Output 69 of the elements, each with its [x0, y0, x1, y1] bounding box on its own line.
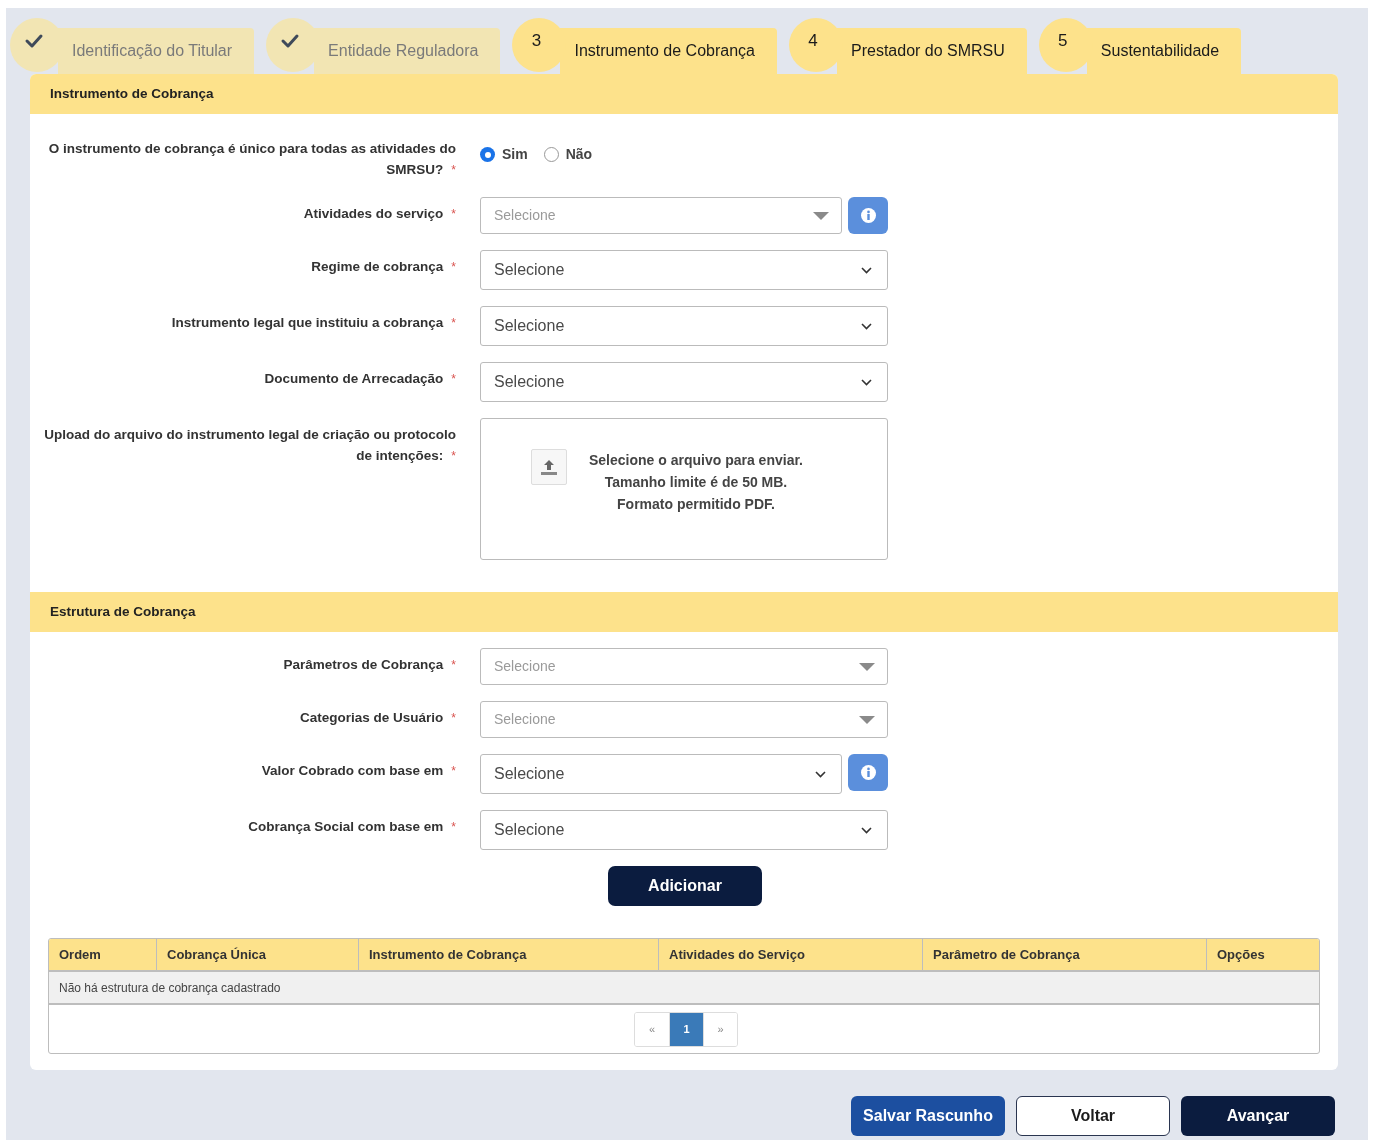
caret-down-icon	[813, 211, 829, 220]
select-field[interactable]: Selecione	[480, 754, 842, 794]
field-label: O instrumento de cobrança é único para todas as atividades do SMRSU? *	[47, 140, 456, 179]
step-label: Prestador do SMRSU	[851, 41, 1005, 61]
field-label: Categorias de Usuário *	[300, 709, 456, 727]
select-field[interactable]: Selecione	[480, 810, 888, 850]
add-button[interactable]: Adicionar	[608, 866, 762, 906]
select-field[interactable]: Selecione	[480, 362, 888, 402]
select-value: Selecione	[494, 260, 565, 280]
select-placeholder: Selecione	[494, 657, 556, 676]
caret-down-icon	[859, 715, 875, 724]
field-label: Documento de Arrecadação *	[264, 370, 456, 388]
upload-arrow-icon	[540, 458, 558, 476]
action-button[interactable]: Salvar Rascunho	[851, 1096, 1005, 1136]
action-button[interactable]: Voltar	[1016, 1096, 1170, 1136]
page-button[interactable]: 1	[669, 1012, 703, 1046]
field-label: Upload do arquivo do instrumento legal de criação ou protocolo de intenções: *	[43, 426, 456, 465]
select-field[interactable]: Selecione	[480, 250, 888, 290]
step-number: 5	[1058, 30, 1068, 53]
info-icon	[860, 765, 876, 780]
step-label: Sustentabilidade	[1100, 41, 1220, 61]
select-value: Selecione	[494, 316, 565, 336]
section-title: Estrutura de Cobrança	[50, 602, 196, 621]
select-value: Selecione	[494, 764, 565, 784]
caret-down-icon	[859, 662, 875, 671]
upload-area[interactable]: Selecione o arquivo para enviar. Tamanho limite é de 50 MB. Formato permitido PDF.	[480, 418, 888, 560]
radio-button[interactable]	[543, 147, 559, 162]
field-label: Atividades do serviço *	[303, 205, 456, 223]
step-label: Identificação do Titular	[72, 41, 233, 61]
action-button[interactable]: Avançar	[1181, 1096, 1335, 1136]
section-title: Instrumento de Cobrança	[50, 84, 214, 103]
field-label: Valor Cobrado com base em *	[261, 762, 456, 780]
step-number: 4	[808, 30, 818, 53]
select-placeholder: Selecione	[494, 710, 556, 729]
chevron-down-icon	[814, 769, 827, 779]
info-button[interactable]	[848, 197, 888, 234]
field-label: Regime de cobrança *	[311, 258, 456, 276]
select-value: Selecione	[494, 372, 565, 392]
column-header: Parâmetro de Cobrança	[933, 945, 1080, 964]
select-placeholder: Selecione	[494, 206, 556, 225]
upload-instructions: Tamanho limite é de 50 MB.	[604, 473, 788, 492]
column-header: Atividades do Serviço	[669, 945, 805, 964]
field-label: Instrumento legal que instituiu a cobrança *	[171, 314, 456, 332]
check-icon	[280, 32, 301, 50]
column-header: Opções	[1217, 945, 1265, 964]
chevron-down-icon	[860, 825, 873, 835]
radio-label: Sim	[502, 145, 528, 164]
info-button[interactable]	[848, 754, 888, 791]
chevron-down-icon	[860, 321, 873, 331]
select-field[interactable]: Selecione	[480, 306, 888, 346]
check-icon	[24, 32, 44, 50]
upload-instructions: Selecione o arquivo para enviar.	[589, 451, 803, 470]
empty-message: Não há estrutura de cobrança cadastrado	[59, 979, 281, 997]
chevron-down-icon	[860, 265, 873, 275]
upload-instructions: Formato permitido PDF.	[617, 495, 775, 514]
chevron-down-icon	[860, 377, 873, 387]
step-number: 3	[531, 30, 542, 53]
page-button[interactable]: »	[703, 1012, 737, 1046]
info-icon	[860, 208, 876, 223]
column-header: Ordem	[59, 945, 101, 964]
select-value: Selecione	[494, 820, 565, 840]
column-header: Cobrança Única	[167, 945, 266, 964]
radio-label: Não	[565, 145, 593, 164]
step-label: Entidade Reguladora	[328, 41, 479, 61]
column-header: Instrumento de Cobrança	[369, 945, 527, 964]
field-label: Parâmetros de Cobrança *	[283, 656, 456, 674]
step-label: Instrumento de Cobrança	[574, 41, 755, 61]
field-label: Cobrança Social com base em *	[248, 818, 456, 836]
radio-button[interactable]	[480, 147, 495, 162]
